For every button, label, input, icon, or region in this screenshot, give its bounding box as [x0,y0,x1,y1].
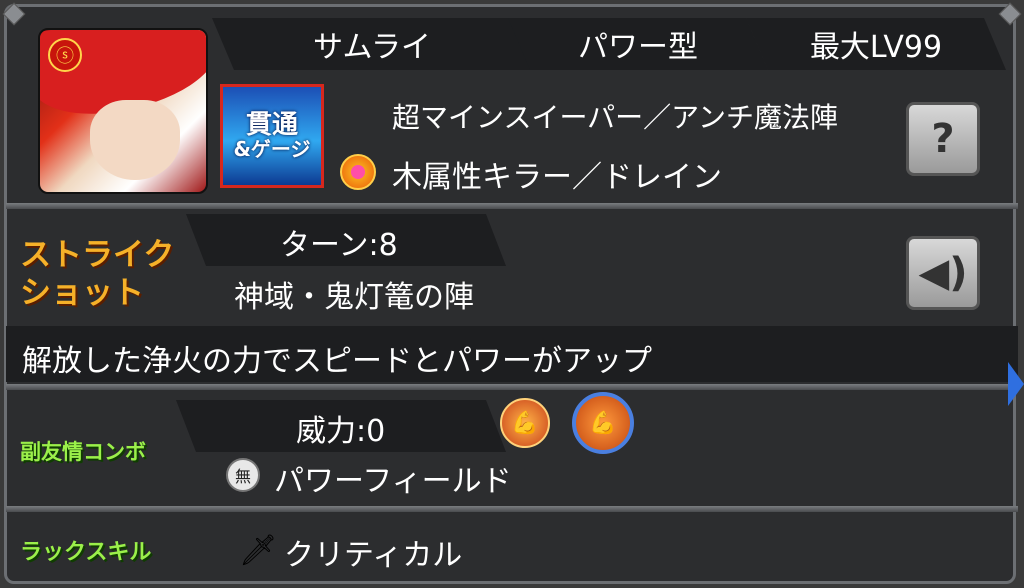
combo-power: 威力:0 [296,414,386,449]
combo-name: パワーフィールド [274,464,512,499]
type-text: パワー型 [578,30,698,65]
divider [6,384,1018,390]
max-level-tab: 最大LV99 [746,18,1006,70]
null-element-badge: 無 [226,458,260,492]
strike-turns: ターン:8 [280,228,398,263]
divider [6,203,1018,209]
strike-name: 神域・鬼灯篭の陣 [234,280,474,315]
luck-skill-label: ラックスキル [20,540,152,565]
pierce-gauge-icon: 貫通 &ゲージ [220,84,324,188]
fire-element-icon: ⓢ [48,38,82,72]
race-text: サムライ [313,30,431,65]
type-tab: パワー型 [508,18,768,70]
question-icon: ? [931,116,955,162]
monster-avatar[interactable]: ⓢ [38,28,208,194]
gauge-line1: 貫通 [245,109,298,140]
next-arrow-icon[interactable] [1008,362,1024,406]
voice-button[interactable]: ◀) [906,236,980,310]
race-tab: サムライ [212,18,532,70]
gauge-line2: &ゲージ [233,137,311,162]
max-level-text: 最大LV99 [809,30,943,65]
strike-shot-label: ストライク ショット [20,237,175,311]
divider [6,506,1018,512]
luck-skill-name: クリティカル [284,538,463,573]
speaker-icon: ◀) [918,250,968,296]
ability-primary: 超マインスイーパー／アンチ魔法陣 [392,101,839,134]
sword-icon: 🗡 [238,532,278,568]
ability-secondary: 木属性キラー／ドレイン [392,160,722,195]
gauge-ability-icon [340,154,376,190]
strike-description: 解放した浄火の力でスピードとパワーがアップ [22,344,652,379]
avatar-face [90,100,180,180]
sub-friendship-label: 副友情コンボ [20,440,146,464]
power-field-icon: 💪 [500,398,550,448]
help-button[interactable]: ? [906,102,980,176]
power-field-icon-selected[interactable]: 💪 [572,392,634,454]
